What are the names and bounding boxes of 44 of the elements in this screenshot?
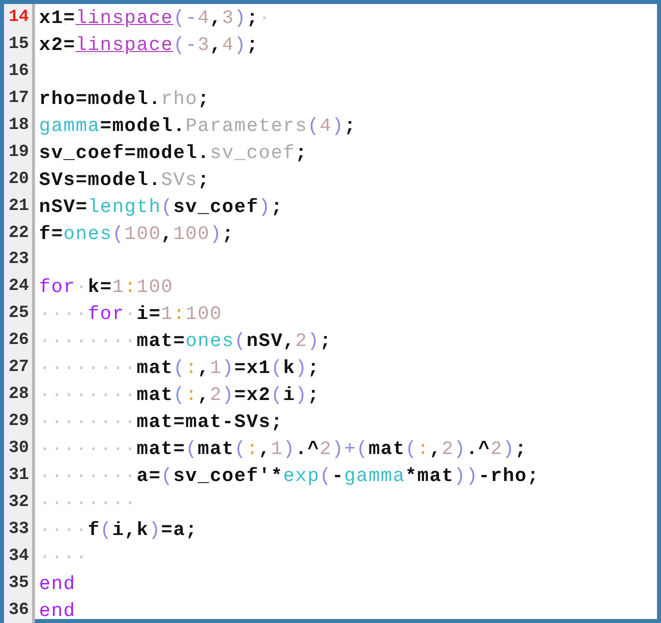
line-number: 20 xyxy=(8,168,30,191)
line-number: 26 xyxy=(8,330,30,352)
line-number: 32 xyxy=(8,492,30,514)
line-number: 31 xyxy=(8,464,30,487)
line-number: 23 xyxy=(8,249,30,272)
line-number: 19 xyxy=(8,142,30,164)
code-line: x2=linspace(-3,4); xyxy=(39,32,259,58)
line-number: 36 xyxy=(8,600,30,622)
code-line: ····f(i,k)=a; xyxy=(39,518,198,543)
code-line: for·k=1:100 xyxy=(39,275,174,300)
code-line: ········a=(sv_coef'*exp(-gamma*mat))-rho; xyxy=(39,464,540,489)
code-line: nSV=length(sv_coef); xyxy=(39,194,284,220)
line-number: 25 xyxy=(8,303,30,326)
code-line: f=ones(100,100); xyxy=(39,222,234,246)
line-number: 33 xyxy=(8,518,30,541)
line-number: 34 xyxy=(8,546,30,568)
line-number: 18 xyxy=(8,114,30,137)
line-number: 16 xyxy=(8,60,30,83)
code-line: sv_coef=model.sv_coef; xyxy=(39,140,308,166)
code-line: rho=model.rho; xyxy=(39,86,210,112)
code-line: ···· xyxy=(39,544,88,570)
code-line: ····for·i=1:100 xyxy=(39,302,222,328)
line-number: 24 xyxy=(8,276,30,298)
code-line: ········mat(:,2)=x2(i); xyxy=(39,383,320,408)
code-line: gamma=model.Parameters(4); xyxy=(39,114,356,139)
line-number: 22 xyxy=(8,222,30,244)
line-number: 17 xyxy=(8,88,30,110)
code-line: ········mat=(mat(:,1).^2)+(mat(:,2).^2); xyxy=(39,437,528,462)
code-line: ········mat(:,1)=x1(k); xyxy=(39,356,320,382)
line-number: 29 xyxy=(8,411,30,434)
line-number: 15 xyxy=(8,34,30,56)
code-line: x1=linspace(-4,3);· xyxy=(39,6,271,31)
code-line: ········mat=mat-SVs; xyxy=(39,410,284,436)
code-line: SVs=model.SVs; xyxy=(39,168,210,193)
line-number: 21 xyxy=(8,196,30,218)
code-line: ········ xyxy=(39,490,137,516)
code-line: end xyxy=(39,598,76,623)
code-line: ········mat=ones(nSV,2); xyxy=(39,329,332,354)
line-number: 28 xyxy=(8,384,30,406)
line-number: 14 xyxy=(8,7,30,29)
line-number: 30 xyxy=(8,438,30,460)
line-number: 27 xyxy=(8,357,30,380)
code-line: end xyxy=(39,572,76,597)
line-number: 35 xyxy=(8,572,30,595)
